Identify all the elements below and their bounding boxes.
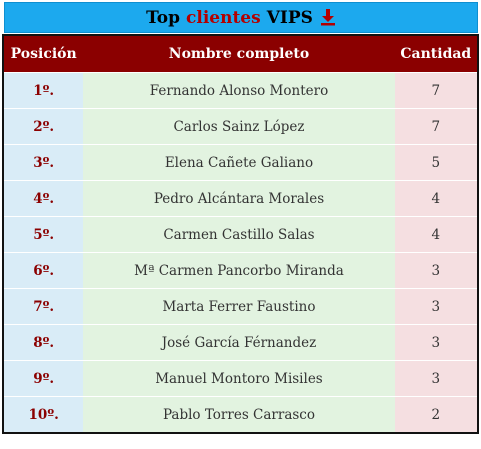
position-cell: 5º. <box>3 216 84 253</box>
table-row: 2º. Carlos Sainz López 7 <box>3 108 478 145</box>
name-cell: Marta Ferrer Faustino <box>83 288 395 325</box>
position-cell: 10º. <box>3 396 84 433</box>
quantity-cell: 4 <box>394 180 478 217</box>
table-row: 10º. Pablo Torres Carrasco 2 <box>3 396 478 433</box>
quantity-cell: 2 <box>394 396 478 433</box>
name-cell: Manuel Montoro Misiles <box>83 360 395 397</box>
title-prefix: Top <box>146 7 181 28</box>
quantity-cell: 3 <box>394 324 478 361</box>
position-cell: 6º. <box>3 252 84 289</box>
name-cell: Fernando Alonso Montero <box>83 72 395 109</box>
name-cell: Pedro Alcántara Morales <box>83 180 395 217</box>
table-row: 6º. Mª Carmen Pancorbo Miranda 3 <box>3 252 478 289</box>
quantity-cell: 3 <box>394 288 478 325</box>
name-cell: Carmen Castillo Salas <box>83 216 395 253</box>
position-cell: 7º. <box>3 288 84 325</box>
download-icon[interactable] <box>320 8 336 26</box>
position-cell: 8º. <box>3 324 84 361</box>
name-cell: Carlos Sainz López <box>83 108 395 145</box>
quantity-cell: 7 <box>394 72 478 109</box>
position-cell: 4º. <box>3 180 84 217</box>
table-row: 9º. Manuel Montoro Misiles 3 <box>3 360 478 397</box>
top-clients-widget: Top clientes VIPS Posición Nombre comple… <box>2 2 479 434</box>
table-row: 7º. Marta Ferrer Faustino 3 <box>3 288 478 325</box>
name-cell: José García Férnandez <box>83 324 395 361</box>
table-row: 4º. Pedro Alcántara Morales 4 <box>3 180 478 217</box>
clients-table: Posición Nombre completo Cantidad 1º. Fer… <box>2 34 479 434</box>
table-row: 1º. Fernando Alonso Montero 7 <box>3 72 478 109</box>
table-row: 3º. Elena Cañete Galiano 5 <box>3 144 478 181</box>
table-row: 5º. Carmen Castillo Salas 4 <box>3 216 478 253</box>
column-header-position: Posición <box>3 35 84 73</box>
quantity-cell: 7 <box>394 108 478 145</box>
position-cell: 9º. <box>3 360 84 397</box>
widget-title-bar: Top clientes VIPS <box>4 2 478 33</box>
table-row: 8º. José García Férnandez 3 <box>3 324 478 361</box>
quantity-cell: 3 <box>394 360 478 397</box>
quantity-cell: 5 <box>394 144 478 181</box>
column-header-quantity: Cantidad <box>394 35 478 73</box>
name-cell: Elena Cañete Galiano <box>83 144 395 181</box>
column-header-name: Nombre completo <box>83 35 395 73</box>
position-cell: 2º. <box>3 108 84 145</box>
table-header-row: Posición Nombre completo Cantidad <box>3 35 478 73</box>
quantity-cell: 4 <box>394 216 478 253</box>
name-cell: Mª Carmen Pancorbo Miranda <box>83 252 395 289</box>
title-accent: clientes <box>186 7 261 28</box>
position-cell: 3º. <box>3 144 84 181</box>
quantity-cell: 3 <box>394 252 478 289</box>
name-cell: Pablo Torres Carrasco <box>83 396 395 433</box>
title-suffix: VIPS <box>266 7 313 28</box>
position-cell: 1º. <box>3 72 84 109</box>
